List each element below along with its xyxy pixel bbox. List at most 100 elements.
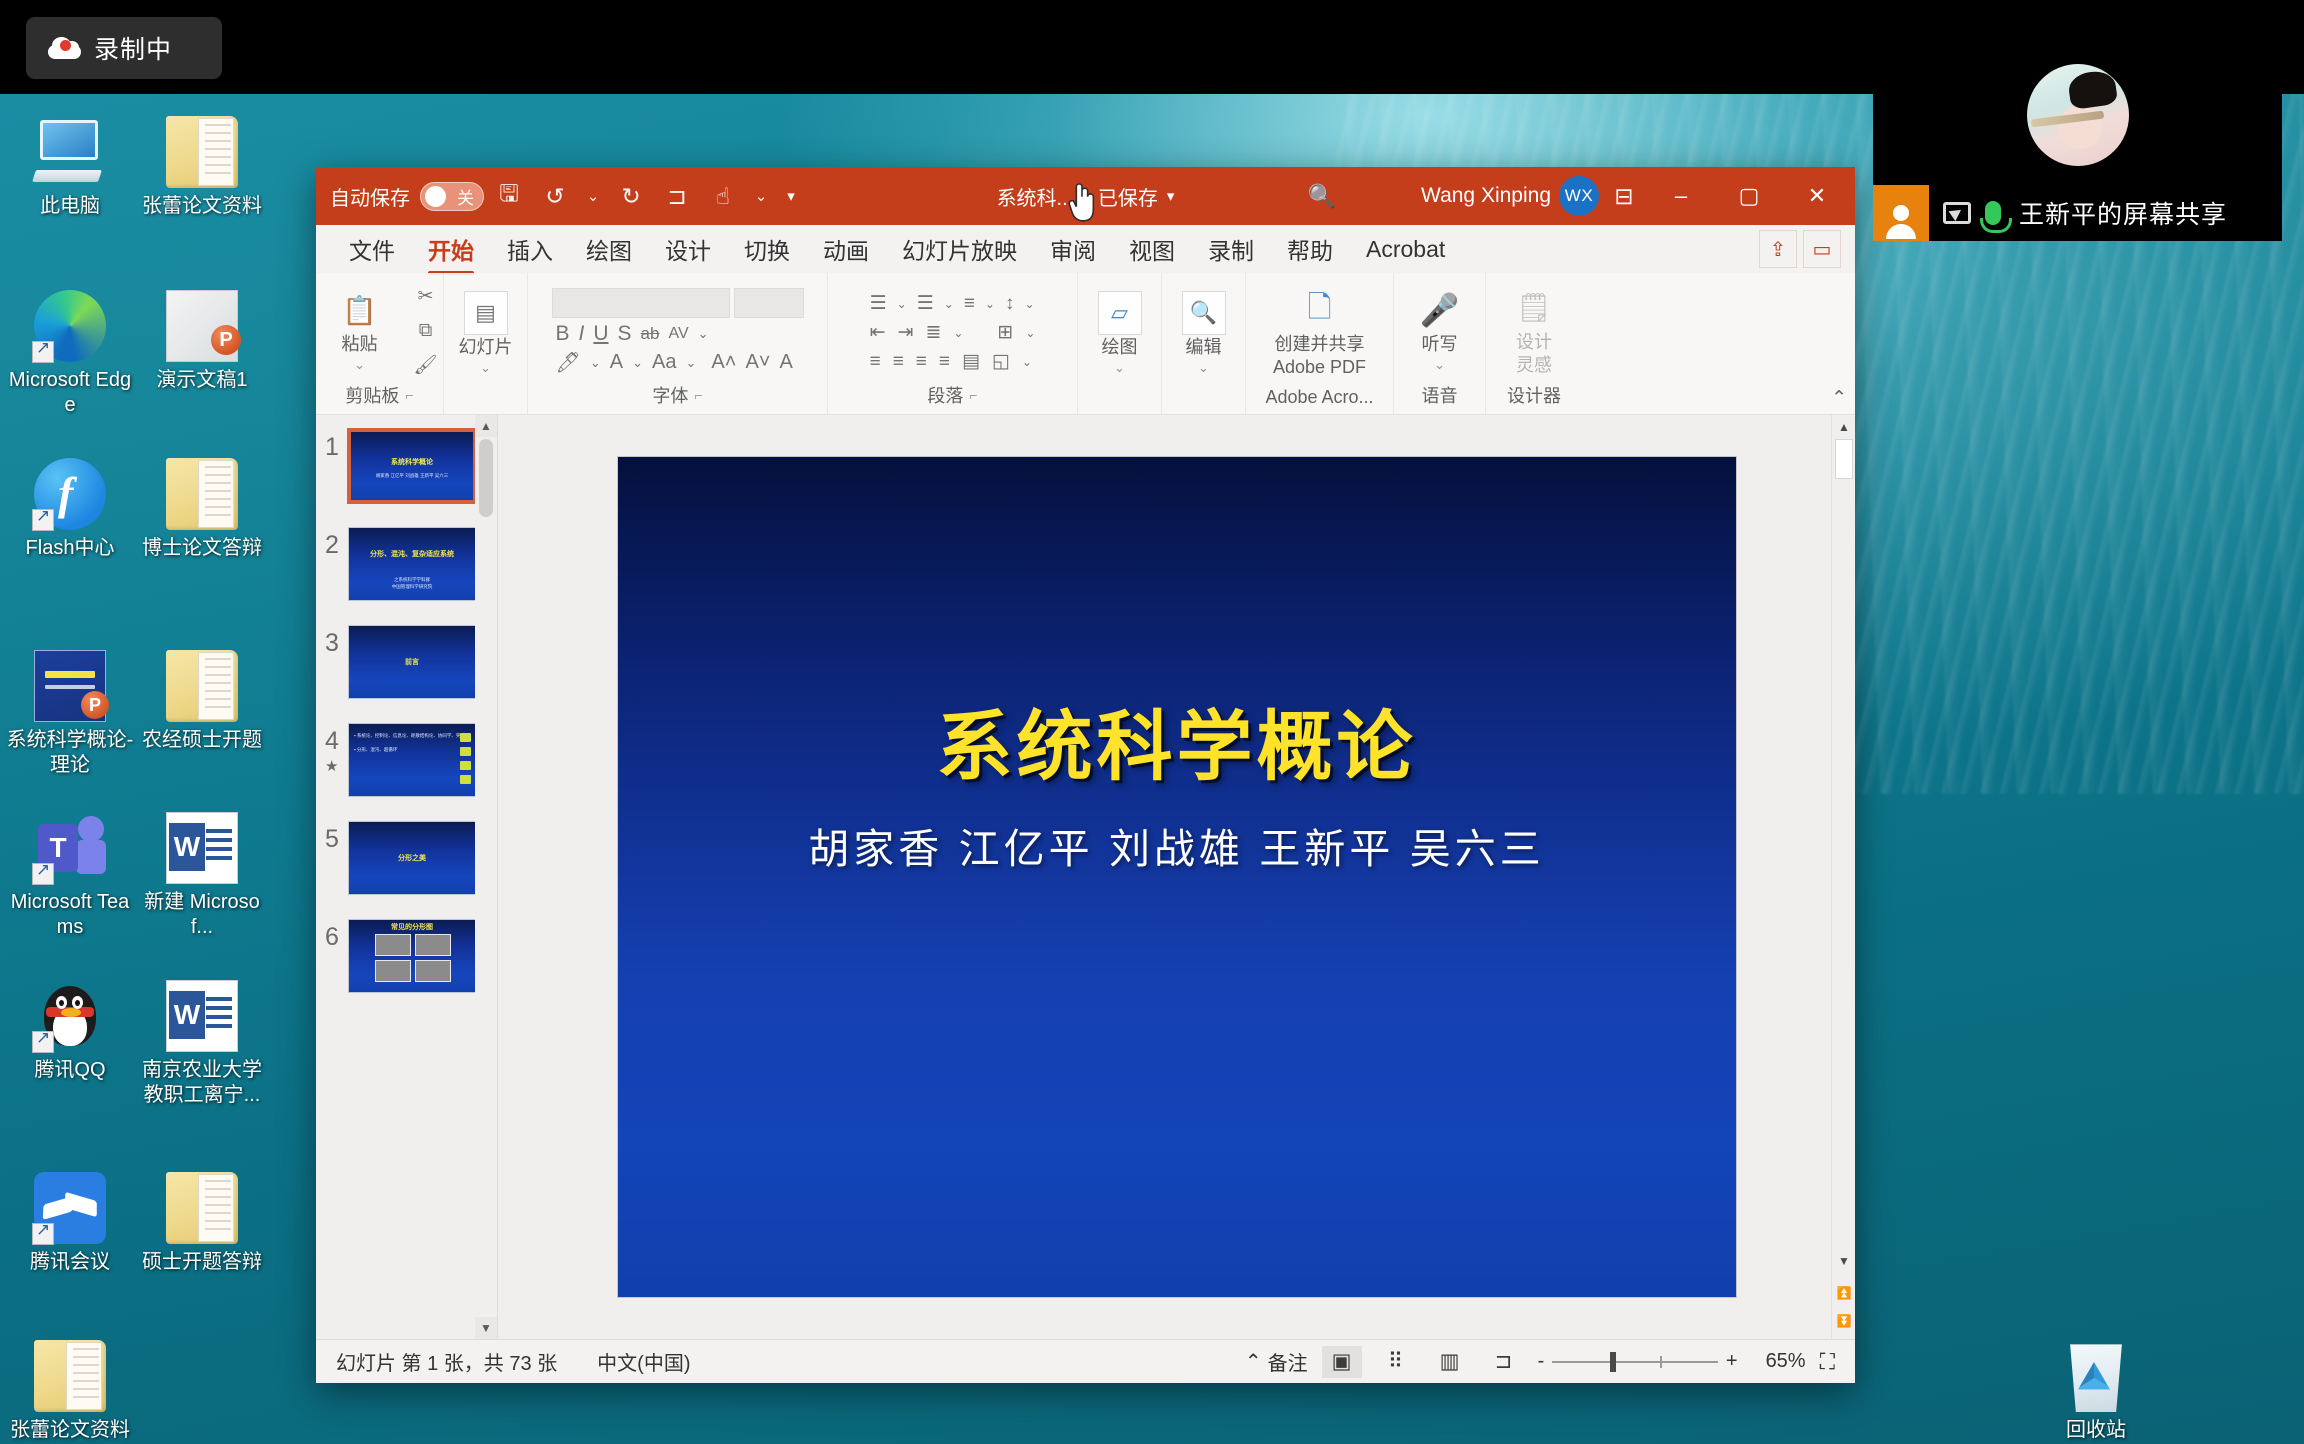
chevron-down-icon[interactable]: ⌄ xyxy=(354,357,365,373)
dialog-launcher-icon[interactable]: ⌐ xyxy=(405,387,413,403)
design-ideas-button[interactable]: 🗒 设计 灵感 xyxy=(1491,286,1577,376)
reading-view-icon[interactable]: ▥ xyxy=(1430,1346,1470,1378)
slide-authors[interactable]: 胡家香 江亿平 刘战雄 王新平 吴六三 xyxy=(618,815,1736,875)
next-slide-icon[interactable]: ⏬ xyxy=(1832,1309,1855,1333)
chevron-down-icon[interactable]: ⌄ xyxy=(1114,360,1125,376)
maximize-button[interactable]: ▢ xyxy=(1717,167,1781,225)
desktop-icon-zhanglei-folder-2[interactable]: 张蕾论文资料 xyxy=(4,1340,136,1443)
create-share-pdf-button[interactable]: 🗋 创建并共享 Adobe PDF xyxy=(1250,288,1390,378)
decrease-font-size-button[interactable]: A˅ xyxy=(745,351,770,374)
collapse-ribbon-icon[interactable]: ⌃ xyxy=(1831,387,1847,410)
paste-button[interactable]: 📋 粘贴 ⌄ xyxy=(317,288,403,373)
close-button[interactable]: ✕ xyxy=(1785,167,1849,225)
tab-record[interactable]: 录制 xyxy=(1193,226,1269,272)
slide-title[interactable]: 系统科学概论 xyxy=(618,685,1736,795)
format-painter-icon[interactable]: 🖌 xyxy=(409,350,443,380)
align-left-icon[interactable]: ≡ xyxy=(870,351,881,373)
desktop-icon-microsoft-edge[interactable]: Microsoft Edge xyxy=(4,290,136,418)
slideshow-icon[interactable]: ⊐ xyxy=(1484,1346,1524,1378)
tab-home[interactable]: 开始 xyxy=(413,226,489,275)
fit-slide-icon[interactable]: ⛶ xyxy=(1820,1349,1835,1375)
decrease-indent-icon[interactable]: ⇤ xyxy=(870,321,886,344)
character-spacing-button[interactable]: AV xyxy=(668,325,688,343)
ribbon-display-options-icon[interactable]: ⊟ xyxy=(1603,175,1645,217)
scroll-up-icon[interactable]: ▲ xyxy=(1832,415,1855,439)
save-icon[interactable]: 🖫 xyxy=(488,175,530,217)
bullets-icon[interactable]: ☰ xyxy=(870,292,887,315)
scroll-thumb[interactable] xyxy=(1835,439,1853,479)
tab-insert[interactable]: 插入 xyxy=(492,226,568,272)
underline-button[interactable]: U xyxy=(593,322,608,346)
desktop-icon-phd-defense[interactable]: 博士论文答辩 xyxy=(136,458,268,561)
cut-icon[interactable]: ✂ xyxy=(409,282,443,312)
chevron-down-icon[interactable]: ⌄ xyxy=(1022,355,1032,369)
change-case-button[interactable]: Aa xyxy=(652,351,676,374)
redo-icon[interactable]: ↻ xyxy=(610,175,652,217)
tab-draw[interactable]: 绘图 xyxy=(571,226,647,272)
chevron-down-icon[interactable]: ⌄ xyxy=(1198,360,1209,376)
tab-transitions[interactable]: 切换 xyxy=(729,226,805,272)
increase-indent-icon[interactable]: ⇥ xyxy=(898,321,914,344)
thumbnail-slide-1[interactable]: 1 系统科学概论 胡家香 江亿平 刘战雄 王新平 吴六三 xyxy=(316,428,488,504)
thumbnail-scrollbar[interactable]: ▲ ▼ xyxy=(475,415,497,1339)
autosave-control[interactable]: 自动保存 关 xyxy=(330,181,484,211)
chevron-down-icon[interactable]: ⌄ xyxy=(698,326,709,342)
zoom-track[interactable] xyxy=(1552,1351,1718,1372)
chevron-down-icon[interactable]: ⌄ xyxy=(1024,297,1034,311)
undo-dropdown-icon[interactable]: ⌄ xyxy=(580,175,606,217)
chevron-down-icon[interactable]: ⌄ xyxy=(480,360,491,376)
zoom-slider[interactable]: - + xyxy=(1538,1350,1738,1373)
smartart-icon[interactable]: ◱ xyxy=(992,350,1010,373)
dialog-launcher-icon[interactable]: ⌐ xyxy=(969,387,977,403)
chevron-down-icon[interactable]: ⌄ xyxy=(897,297,907,311)
numbering-icon[interactable]: ☰ xyxy=(917,292,934,315)
line-spacing-icon[interactable]: ≡ xyxy=(964,293,975,315)
convert-smartart-icon[interactable]: ⊞ xyxy=(975,321,1013,344)
thumbnail-slide-6[interactable]: 6 常见的分形图 xyxy=(316,919,488,993)
align-text-icon[interactable]: ≣ xyxy=(925,321,941,344)
copy-icon[interactable]: ⧉ xyxy=(409,316,443,346)
tab-slideshow[interactable]: 幻灯片放映 xyxy=(887,226,1032,272)
slide-counter[interactable]: 幻灯片 第 1 张，共 73 张 xyxy=(336,1347,557,1376)
desktop-icon-tencent-qq[interactable]: 腾讯QQ xyxy=(4,980,136,1083)
justify-icon[interactable]: ≡ xyxy=(939,351,950,373)
chevron-down-icon[interactable]: ▾ xyxy=(1167,187,1175,205)
scroll-down-icon[interactable]: ▼ xyxy=(1832,1249,1855,1273)
tab-help[interactable]: 帮助 xyxy=(1272,226,1348,272)
thumbnail-slide-4[interactable]: 4 ★ ▪ 系统论、控制论、信息论、耗散结构论、协同学、突变论 ▪ 分形、混沌、… xyxy=(316,723,488,797)
slide-scrollbar[interactable]: ▲ ▼ ⏫ ⏬ xyxy=(1831,415,1855,1339)
editing-button[interactable]: 🔍 编辑 ⌄ xyxy=(1161,290,1247,376)
desktop-icon-this-pc[interactable]: 此电脑 xyxy=(4,116,136,219)
chevron-down-icon[interactable]: ⌄ xyxy=(944,297,954,311)
scroll-down-icon[interactable]: ▼ xyxy=(475,1317,497,1339)
slide-editing-pane[interactable]: 系统科学概论 胡家香 江亿平 刘战雄 王新平 吴六三 ▲ ▼ ⏫ ⏬ xyxy=(498,415,1855,1339)
clear-formatting-button[interactable]: A xyxy=(779,351,792,374)
desktop-icon-presentation1[interactable]: 演示文稿1 xyxy=(136,290,268,393)
slide-thumbnail-pane[interactable]: 1 系统科学概论 胡家香 江亿平 刘战雄 王新平 吴六三 2 分形、混沌、复杂适… xyxy=(316,415,498,1339)
desktop-icon-microsoft-teams[interactable]: T Microsoft Teams xyxy=(4,812,136,940)
dialog-launcher-icon[interactable]: ⌐ xyxy=(694,387,702,403)
chevron-down-icon[interactable]: ⌄ xyxy=(953,326,963,340)
recording-indicator[interactable]: 录制中 xyxy=(26,17,222,79)
thumbnail-slide-3[interactable]: 3 前言 xyxy=(316,625,488,699)
minimize-button[interactable]: – xyxy=(1649,167,1713,225)
desktop-icon-master-proposal-defense[interactable]: 硕士开题答辩 xyxy=(136,1172,268,1275)
language-indicator[interactable]: 中文(中国) xyxy=(597,1347,690,1376)
bold-button[interactable]: B xyxy=(556,322,570,346)
dictate-button[interactable]: 🎤 听写 ⌄ xyxy=(1397,288,1483,373)
drawing-button[interactable]: ▱ 绘图 ⌄ xyxy=(1077,290,1163,376)
desktop-icon-recycle-bin[interactable]: 回收站 xyxy=(2030,1340,2162,1443)
increase-font-size-button[interactable]: A˄ xyxy=(705,351,736,374)
zoom-in-button[interactable]: + xyxy=(1718,1350,1738,1373)
text-highlight-icon[interactable]: 🖊 xyxy=(556,350,581,375)
font-family-input[interactable] xyxy=(551,288,730,318)
share-icon[interactable]: ⇪ xyxy=(1759,230,1797,268)
tab-view[interactable]: 视图 xyxy=(1114,226,1190,272)
italic-button[interactable]: I xyxy=(579,322,585,346)
tab-file[interactable]: 文件 xyxy=(334,226,410,272)
zoom-level[interactable]: 65% xyxy=(1752,1350,1806,1373)
normal-view-icon[interactable]: ▣ xyxy=(1321,1345,1362,1378)
chevron-down-icon[interactable]: ⌄ xyxy=(1025,326,1035,340)
desktop-icon-tencent-meeting[interactable]: 腾讯会议 xyxy=(4,1172,136,1275)
desktop-icon-systems-science-theory[interactable]: 系统科学概论-理论 xyxy=(4,650,136,778)
